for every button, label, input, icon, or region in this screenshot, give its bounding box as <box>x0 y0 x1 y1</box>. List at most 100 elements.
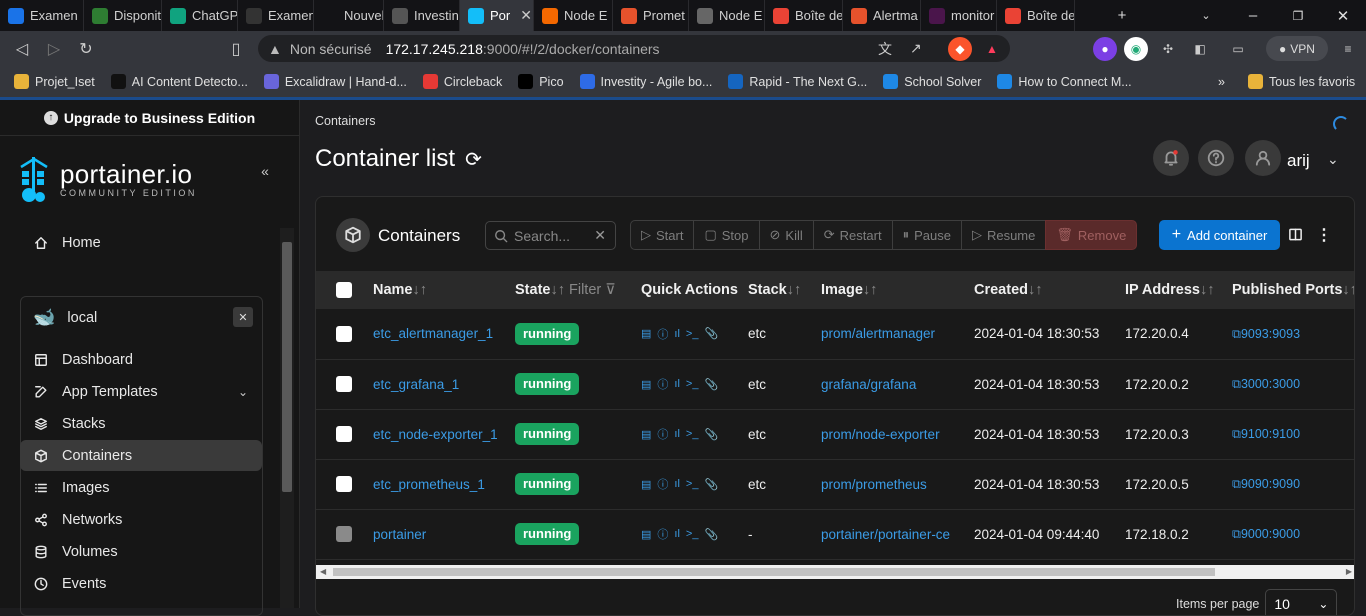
extension-icon[interactable]: ● <box>1093 37 1117 61</box>
inspect-icon[interactable]: ⓘ <box>657 326 668 342</box>
close-window-button[interactable]: ✕ <box>1333 0 1353 31</box>
logs-icon[interactable]: ▤ <box>641 528 651 541</box>
resume-button[interactable]: ▷ Resume <box>960 220 1047 250</box>
console-icon[interactable]: >_ <box>686 478 699 490</box>
bookmark-item[interactable]: AI Content Detecto... <box>103 74 256 89</box>
vpn-button[interactable]: ● VPN <box>1266 36 1328 61</box>
stop-button[interactable]: ▢ Stop <box>693 220 760 250</box>
tab-9[interactable]: Node E <box>689 0 765 31</box>
tab-10[interactable]: Boîte de <box>765 0 843 31</box>
published-port-link[interactable]: ⧉9090:9090 <box>1232 477 1300 491</box>
tab-1[interactable]: Disponit <box>84 0 162 31</box>
remove-button[interactable]: 🗑 Remove <box>1045 220 1138 250</box>
reload-icon[interactable]: ↻ <box>70 39 102 59</box>
bookmark-item[interactable]: Rapid - The Next G... <box>720 74 875 89</box>
bookmark-icon[interactable]: ▯ <box>220 39 252 59</box>
menu-icon[interactable]: ≡ <box>1336 37 1360 61</box>
extension-icon[interactable]: ◉ <box>1124 37 1148 61</box>
row-checkbox[interactable] <box>336 376 352 392</box>
container-name-link[interactable]: etc_node-exporter_1 <box>373 427 498 442</box>
scroll-right-icon[interactable]: ▶ <box>1346 567 1352 576</box>
help-button[interactable] <box>1198 140 1234 176</box>
tab-13[interactable]: Boîte de <box>997 0 1075 31</box>
scroll-left-icon[interactable]: ◀ <box>320 567 326 576</box>
container-name-link[interactable]: portainer <box>373 527 426 542</box>
sidebar-item-events[interactable]: Events <box>20 568 262 599</box>
row-checkbox[interactable] <box>336 476 352 492</box>
sidebar-toggle-icon[interactable]: ◧ <box>1188 37 1212 61</box>
container-name-link[interactable]: etc_grafana_1 <box>373 377 459 392</box>
sidebar-item-dashboard[interactable]: Dashboard <box>20 344 262 375</box>
image-link[interactable]: portainer/portainer-ce <box>821 527 950 542</box>
sidebar-item-images[interactable]: Images <box>20 472 262 503</box>
image-link[interactable]: grafana/grafana <box>821 377 916 392</box>
inspect-icon[interactable]: ⓘ <box>657 476 668 492</box>
console-icon[interactable]: >_ <box>686 528 699 540</box>
search-input[interactable]: Search... ✕ <box>485 221 616 250</box>
attach-icon[interactable]: 📎 <box>704 378 718 391</box>
more-options-icon[interactable]: ⋮ <box>1316 225 1332 245</box>
kill-button[interactable]: ⊘ Kill <box>758 220 814 250</box>
stats-icon[interactable]: ıl <box>674 328 680 340</box>
sidebar-item-stacks[interactable]: Stacks <box>20 408 262 439</box>
container-name-link[interactable]: etc_prometheus_1 <box>373 477 485 492</box>
puzzle-icon[interactable]: ✣ <box>1156 37 1180 61</box>
brave-shield-icon[interactable]: ◆ <box>948 37 972 61</box>
tab-5[interactable]: Investin <box>384 0 460 31</box>
chevron-down-icon[interactable]: ⌄ <box>1327 151 1339 168</box>
url-bar[interactable]: ▲ Non sécurisé 172.17.245.218 :9000/#!/2… <box>258 35 1010 62</box>
tab-7[interactable]: Node E <box>534 0 613 31</box>
tab-12[interactable]: monitor <box>921 0 997 31</box>
user-name[interactable]: arij <box>1287 151 1310 171</box>
console-icon[interactable]: >_ <box>686 328 699 340</box>
column-header-ip-address[interactable]: IP Address↓↑ <box>1125 271 1232 309</box>
portainer-logo[interactable]: portainer.io COMMUNITY EDITION <box>18 155 197 203</box>
sort-icon[interactable]: ↓↑ <box>1342 282 1354 298</box>
sort-icon[interactable]: ↓↑ <box>863 282 878 298</box>
tab-8[interactable]: Promet <box>613 0 689 31</box>
notifications-button[interactable] <box>1153 140 1189 176</box>
stats-icon[interactable]: ıl <box>674 478 680 490</box>
select-all-checkbox[interactable] <box>336 282 352 298</box>
collapse-sidebar-button[interactable]: « <box>254 160 276 182</box>
container-name-link[interactable]: etc_alertmanager_1 <box>373 326 493 341</box>
column-header-image[interactable]: Image↓↑ <box>821 271 974 309</box>
logs-icon[interactable]: ▤ <box>641 478 651 491</box>
bookmark-item[interactable]: How to Connect M... <box>989 74 1139 89</box>
logs-icon[interactable]: ▤ <box>641 378 651 391</box>
stats-icon[interactable]: ıl <box>674 428 680 440</box>
published-port-link[interactable]: ⧉9093:9093 <box>1232 327 1300 341</box>
image-link[interactable]: prom/prometheus <box>821 477 927 492</box>
sidebar-item-home[interactable]: Home <box>20 227 262 258</box>
tab-3[interactable]: Examen <box>238 0 314 31</box>
console-icon[interactable]: >_ <box>686 378 699 390</box>
wallet-icon[interactable]: ▭ <box>1226 37 1250 61</box>
close-tab-icon[interactable]: ✕ <box>520 7 532 24</box>
brave-rewards-icon[interactable]: ▲ <box>980 37 1004 61</box>
column-header-name[interactable]: Name↓↑ <box>373 271 515 309</box>
items-per-page-select[interactable]: 10 ⌄ <box>1265 589 1338 615</box>
upgrade-button[interactable]: ↑ Upgrade to Business Edition <box>0 100 299 136</box>
table-scroll-thumb[interactable] <box>333 568 1215 576</box>
attach-icon[interactable]: 📎 <box>704 478 718 491</box>
tab-search-icon[interactable]: ⌄ <box>1196 0 1216 31</box>
sidebar-item-containers[interactable]: Containers <box>20 440 262 471</box>
row-checkbox[interactable] <box>336 526 352 542</box>
tab-6[interactable]: Por ✕ <box>460 0 534 31</box>
all-favorites-folder[interactable]: Tous les favoris <box>1240 74 1363 89</box>
image-link[interactable]: prom/alertmanager <box>821 326 935 341</box>
tab-4[interactable]: Nouvel ong <box>314 0 384 31</box>
more-bookmarks-button[interactable]: » <box>1218 75 1225 89</box>
row-checkbox[interactable] <box>336 426 352 442</box>
attach-icon[interactable]: 📎 <box>704 327 718 340</box>
sidebar-item-app-templates[interactable]: App Templates ⌄ <box>20 376 262 407</box>
table-horizontal-scrollbar[interactable]: ◀ ▶ <box>316 565 1354 579</box>
bookmark-item[interactable]: Excalidraw | Hand-d... <box>256 74 415 89</box>
inspect-icon[interactable]: ⓘ <box>657 526 668 542</box>
attach-icon[interactable]: 📎 <box>704 428 718 441</box>
column-header-state[interactable]: State↓↑ Filter ⊽ <box>515 271 641 309</box>
bookmark-item[interactable]: Circleback <box>415 74 510 89</box>
back-icon[interactable]: ◁ <box>6 39 38 59</box>
stats-icon[interactable]: ıl <box>674 528 680 540</box>
row-checkbox[interactable] <box>336 325 352 342</box>
